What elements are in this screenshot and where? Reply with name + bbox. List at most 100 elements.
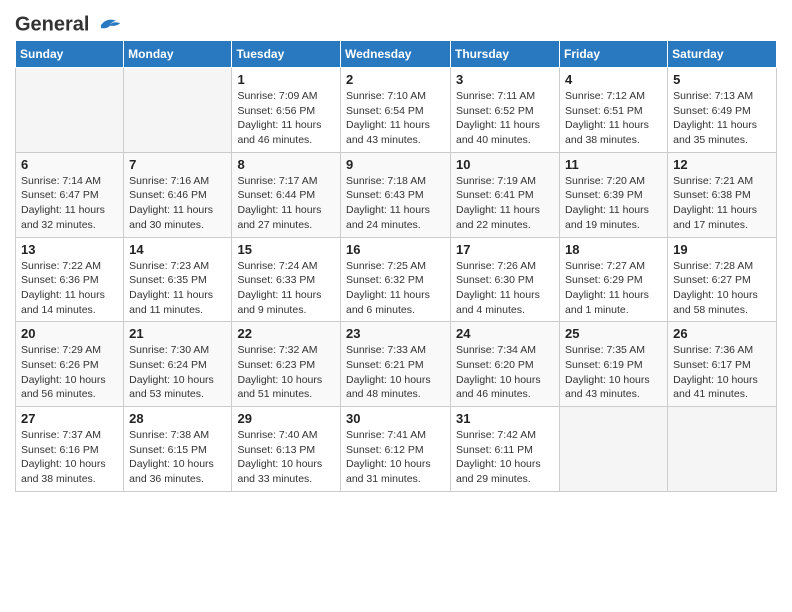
calendar-cell: 28 Sunrise: 7:38 AMSunset: 6:15 PMDaylig… (124, 407, 232, 492)
day-number: 3 (456, 72, 554, 87)
day-info: Sunrise: 7:38 AMSunset: 6:15 PMDaylight:… (129, 428, 226, 487)
day-number: 28 (129, 411, 226, 426)
day-number: 13 (21, 242, 118, 257)
day-info: Sunrise: 7:22 AMSunset: 6:36 PMDaylight:… (21, 259, 118, 318)
calendar-week-row: 20 Sunrise: 7:29 AMSunset: 6:26 PMDaylig… (16, 322, 777, 407)
day-number: 24 (456, 326, 554, 341)
calendar-cell: 20 Sunrise: 7:29 AMSunset: 6:26 PMDaylig… (16, 322, 124, 407)
day-number: 22 (237, 326, 335, 341)
day-number: 16 (346, 242, 445, 257)
calendar-cell: 5 Sunrise: 7:13 AMSunset: 6:49 PMDayligh… (668, 68, 777, 153)
day-info: Sunrise: 7:35 AMSunset: 6:19 PMDaylight:… (565, 343, 662, 402)
day-number: 23 (346, 326, 445, 341)
day-header-wednesday: Wednesday (341, 41, 451, 68)
day-number: 26 (673, 326, 771, 341)
day-number: 30 (346, 411, 445, 426)
day-number: 8 (237, 157, 335, 172)
calendar-cell: 24 Sunrise: 7:34 AMSunset: 6:20 PMDaylig… (451, 322, 560, 407)
day-info: Sunrise: 7:17 AMSunset: 6:44 PMDaylight:… (237, 174, 335, 233)
calendar-cell: 16 Sunrise: 7:25 AMSunset: 6:32 PMDaylig… (341, 237, 451, 322)
day-number: 31 (456, 411, 554, 426)
day-info: Sunrise: 7:36 AMSunset: 6:17 PMDaylight:… (673, 343, 771, 402)
day-info: Sunrise: 7:30 AMSunset: 6:24 PMDaylight:… (129, 343, 226, 402)
day-number: 21 (129, 326, 226, 341)
day-info: Sunrise: 7:19 AMSunset: 6:41 PMDaylight:… (456, 174, 554, 233)
calendar-week-row: 1 Sunrise: 7:09 AMSunset: 6:56 PMDayligh… (16, 68, 777, 153)
day-info: Sunrise: 7:20 AMSunset: 6:39 PMDaylight:… (565, 174, 662, 233)
calendar-cell: 14 Sunrise: 7:23 AMSunset: 6:35 PMDaylig… (124, 237, 232, 322)
logo-bird-icon (95, 14, 125, 36)
day-info: Sunrise: 7:16 AMSunset: 6:46 PMDaylight:… (129, 174, 226, 233)
day-info: Sunrise: 7:27 AMSunset: 6:29 PMDaylight:… (565, 259, 662, 318)
calendar-cell: 10 Sunrise: 7:19 AMSunset: 6:41 PMDaylig… (451, 152, 560, 237)
calendar-cell: 26 Sunrise: 7:36 AMSunset: 6:17 PMDaylig… (668, 322, 777, 407)
day-number: 29 (237, 411, 335, 426)
day-info: Sunrise: 7:25 AMSunset: 6:32 PMDaylight:… (346, 259, 445, 318)
calendar-cell: 12 Sunrise: 7:21 AMSunset: 6:38 PMDaylig… (668, 152, 777, 237)
calendar-week-row: 13 Sunrise: 7:22 AMSunset: 6:36 PMDaylig… (16, 237, 777, 322)
day-number: 18 (565, 242, 662, 257)
day-info: Sunrise: 7:12 AMSunset: 6:51 PMDaylight:… (565, 89, 662, 148)
day-number: 25 (565, 326, 662, 341)
calendar-table: SundayMondayTuesdayWednesdayThursdayFrid… (15, 40, 777, 492)
day-info: Sunrise: 7:34 AMSunset: 6:20 PMDaylight:… (456, 343, 554, 402)
day-header-monday: Monday (124, 41, 232, 68)
calendar-week-row: 27 Sunrise: 7:37 AMSunset: 6:16 PMDaylig… (16, 407, 777, 492)
calendar-week-row: 6 Sunrise: 7:14 AMSunset: 6:47 PMDayligh… (16, 152, 777, 237)
day-header-friday: Friday (560, 41, 668, 68)
header-row: SundayMondayTuesdayWednesdayThursdayFrid… (16, 41, 777, 68)
calendar-cell: 31 Sunrise: 7:42 AMSunset: 6:11 PMDaylig… (451, 407, 560, 492)
day-number: 4 (565, 72, 662, 87)
day-number: 1 (237, 72, 335, 87)
calendar-cell: 17 Sunrise: 7:26 AMSunset: 6:30 PMDaylig… (451, 237, 560, 322)
calendar-cell (668, 407, 777, 492)
calendar-cell: 18 Sunrise: 7:27 AMSunset: 6:29 PMDaylig… (560, 237, 668, 322)
calendar-cell: 6 Sunrise: 7:14 AMSunset: 6:47 PMDayligh… (16, 152, 124, 237)
day-info: Sunrise: 7:37 AMSunset: 6:16 PMDaylight:… (21, 428, 118, 487)
calendar-cell: 3 Sunrise: 7:11 AMSunset: 6:52 PMDayligh… (451, 68, 560, 153)
day-info: Sunrise: 7:32 AMSunset: 6:23 PMDaylight:… (237, 343, 335, 402)
calendar-cell: 13 Sunrise: 7:22 AMSunset: 6:36 PMDaylig… (16, 237, 124, 322)
day-number: 27 (21, 411, 118, 426)
calendar-cell: 9 Sunrise: 7:18 AMSunset: 6:43 PMDayligh… (341, 152, 451, 237)
calendar-cell: 1 Sunrise: 7:09 AMSunset: 6:56 PMDayligh… (232, 68, 341, 153)
day-info: Sunrise: 7:40 AMSunset: 6:13 PMDaylight:… (237, 428, 335, 487)
day-info: Sunrise: 7:21 AMSunset: 6:38 PMDaylight:… (673, 174, 771, 233)
day-number: 19 (673, 242, 771, 257)
day-header-thursday: Thursday (451, 41, 560, 68)
logo: General (15, 10, 125, 32)
calendar-cell: 11 Sunrise: 7:20 AMSunset: 6:39 PMDaylig… (560, 152, 668, 237)
day-number: 14 (129, 242, 226, 257)
day-info: Sunrise: 7:23 AMSunset: 6:35 PMDaylight:… (129, 259, 226, 318)
calendar-cell: 22 Sunrise: 7:32 AMSunset: 6:23 PMDaylig… (232, 322, 341, 407)
calendar-cell: 4 Sunrise: 7:12 AMSunset: 6:51 PMDayligh… (560, 68, 668, 153)
calendar-cell (124, 68, 232, 153)
day-info: Sunrise: 7:09 AMSunset: 6:56 PMDaylight:… (237, 89, 335, 148)
calendar-cell: 21 Sunrise: 7:30 AMSunset: 6:24 PMDaylig… (124, 322, 232, 407)
day-number: 11 (565, 157, 662, 172)
calendar-cell: 15 Sunrise: 7:24 AMSunset: 6:33 PMDaylig… (232, 237, 341, 322)
page-header: General (15, 10, 777, 32)
day-number: 10 (456, 157, 554, 172)
day-number: 2 (346, 72, 445, 87)
day-info: Sunrise: 7:18 AMSunset: 6:43 PMDaylight:… (346, 174, 445, 233)
day-number: 17 (456, 242, 554, 257)
calendar-cell: 23 Sunrise: 7:33 AMSunset: 6:21 PMDaylig… (341, 322, 451, 407)
calendar-cell (16, 68, 124, 153)
calendar-cell: 29 Sunrise: 7:40 AMSunset: 6:13 PMDaylig… (232, 407, 341, 492)
day-info: Sunrise: 7:41 AMSunset: 6:12 PMDaylight:… (346, 428, 445, 487)
day-number: 15 (237, 242, 335, 257)
calendar-cell: 8 Sunrise: 7:17 AMSunset: 6:44 PMDayligh… (232, 152, 341, 237)
day-info: Sunrise: 7:26 AMSunset: 6:30 PMDaylight:… (456, 259, 554, 318)
day-info: Sunrise: 7:11 AMSunset: 6:52 PMDaylight:… (456, 89, 554, 148)
calendar-cell: 25 Sunrise: 7:35 AMSunset: 6:19 PMDaylig… (560, 322, 668, 407)
calendar-cell: 27 Sunrise: 7:37 AMSunset: 6:16 PMDaylig… (16, 407, 124, 492)
day-number: 9 (346, 157, 445, 172)
day-info: Sunrise: 7:24 AMSunset: 6:33 PMDaylight:… (237, 259, 335, 318)
day-header-sunday: Sunday (16, 41, 124, 68)
day-info: Sunrise: 7:42 AMSunset: 6:11 PMDaylight:… (456, 428, 554, 487)
day-header-saturday: Saturday (668, 41, 777, 68)
day-info: Sunrise: 7:28 AMSunset: 6:27 PMDaylight:… (673, 259, 771, 318)
day-info: Sunrise: 7:33 AMSunset: 6:21 PMDaylight:… (346, 343, 445, 402)
calendar-cell: 30 Sunrise: 7:41 AMSunset: 6:12 PMDaylig… (341, 407, 451, 492)
